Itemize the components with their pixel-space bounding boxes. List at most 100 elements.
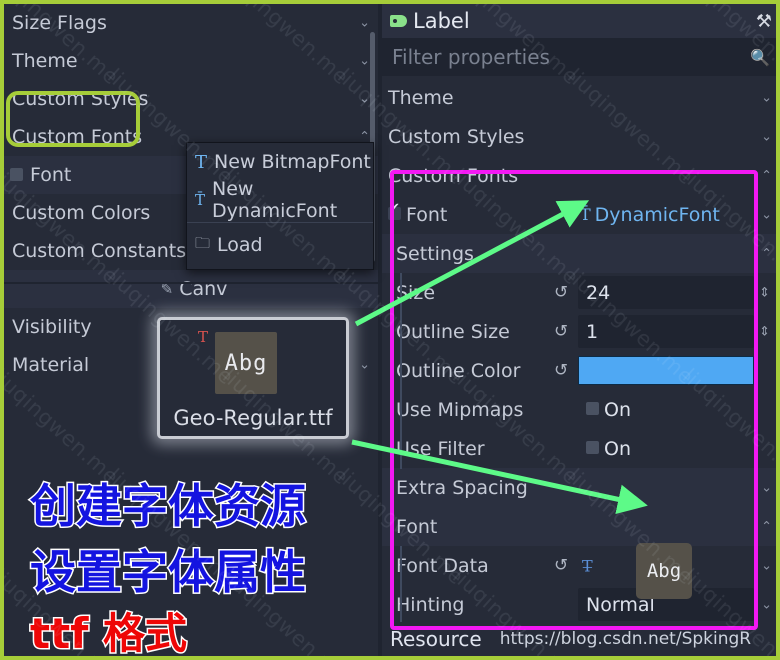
menu-item-label: New DynamicFont xyxy=(212,178,338,222)
reset-icon[interactable]: ↺ xyxy=(554,557,568,574)
filter-properties-input[interactable]: Filter properties 🔍 xyxy=(382,38,776,76)
row-label: Settings xyxy=(396,242,474,265)
chevron-down-icon[interactable]: ⌄ xyxy=(761,208,772,221)
left-row-label: Size Flags xyxy=(12,12,107,34)
row-font-resource[interactable]: Font T̄ DynamicFont ⌄ xyxy=(382,195,776,234)
row-label: Hinting xyxy=(396,593,465,616)
font-resource-card[interactable]: T Abg Geo-Regular.ttf xyxy=(157,317,349,439)
row-outline-size[interactable]: Outline Size ↺ 1 ⇕ xyxy=(382,312,776,351)
row-font-data[interactable]: Font Data ↺ T̶ Abg ⌄ xyxy=(382,543,776,599)
annotation-line-1: 创建字体资源 xyxy=(29,478,308,535)
chevron-down-icon[interactable]: ⌄ xyxy=(359,359,370,372)
menu-item-label: New BitmapFont xyxy=(214,151,371,173)
annotation-line-3: ttf 格式 xyxy=(28,608,188,658)
row-theme[interactable]: Theme ⌄ xyxy=(382,78,776,117)
menu-item-new-dynamicfont[interactable]: T̄ New DynamicFont xyxy=(187,178,373,222)
row-hinting[interactable]: Hinting Normal ⌄ xyxy=(382,585,776,624)
row-label: Custom Styles xyxy=(388,125,525,148)
chevron-down-icon[interactable]: ⌄ xyxy=(359,55,370,68)
row-label: Theme xyxy=(388,86,454,109)
chevron-down-icon[interactable]: ⌄ xyxy=(359,93,370,106)
row-custom-styles[interactable]: Custom Styles ⌄ xyxy=(382,117,776,156)
row-label: Font xyxy=(396,515,438,538)
menu-item-new-bitmapfont[interactable]: T New BitmapFont xyxy=(187,143,373,181)
left-row-label: Custom Colors xyxy=(12,202,151,224)
resource-label: Resource xyxy=(390,627,482,651)
menu-separator xyxy=(187,222,373,223)
left-row-theme[interactable]: Theme ⌄ xyxy=(4,42,378,80)
nesting-guide xyxy=(400,273,402,469)
size-field[interactable]: 24 xyxy=(578,276,754,309)
row-custom-fonts[interactable]: Custom Fonts ⌃ xyxy=(382,156,776,195)
menu-item-load[interactable]: 🗀 Load xyxy=(187,226,373,264)
chevron-up-icon[interactable]: ⌃ xyxy=(761,169,772,182)
reset-icon[interactable]: ↺ xyxy=(554,323,568,340)
row-label: Use Filter xyxy=(396,437,485,460)
chevron-up-icon[interactable]: ⌃ xyxy=(761,520,772,533)
reset-icon[interactable]: ↺ xyxy=(554,362,568,379)
dynamicfont-icon: T̄ xyxy=(580,205,591,224)
spinner-icon[interactable]: ⇕ xyxy=(759,325,770,338)
outline-size-value: 1 xyxy=(586,320,599,343)
left-row-label: Custom Styles xyxy=(12,88,149,110)
size-value: 24 xyxy=(586,281,611,304)
row-outline-color[interactable]: Outline Color ↺ xyxy=(382,351,776,390)
dynamicfont-icon: T̄ xyxy=(195,191,206,209)
tools-icon[interactable]: ⚒ xyxy=(756,11,772,32)
row-use-mipmaps[interactable]: Use Mipmaps On xyxy=(382,390,776,429)
chevron-down-icon[interactable]: ⌄ xyxy=(761,559,772,572)
resource-footer: Resource https://blog.csdn.net/SpkingR xyxy=(382,622,776,656)
watermark-url: https://blog.csdn.net/SpkingR xyxy=(499,629,752,649)
font-checkbox[interactable] xyxy=(10,167,23,181)
left-row-size-flags[interactable]: Size Flags ⌄ xyxy=(4,4,378,42)
chevron-up-icon[interactable]: ⌃ xyxy=(761,247,772,260)
inspector-right-panel: Label ⚒ Filter properties 🔍 Theme ⌄ Cust… xyxy=(382,4,776,656)
left-row-custom-styles[interactable]: Custom Styles ⌄ xyxy=(4,80,378,118)
chevron-down-icon[interactable]: ⌄ xyxy=(761,598,772,611)
row-label: Outline Color xyxy=(396,359,521,382)
left-row-label: Material xyxy=(12,354,90,376)
chevron-down-icon[interactable]: ⌄ xyxy=(761,91,772,104)
row-label: Font xyxy=(406,203,448,226)
annotation-line-2: 设置字体属性 xyxy=(29,544,308,601)
menu-item-label: Load xyxy=(217,234,263,256)
row-extra-spacing-section[interactable]: Extra Spacing ⌄ xyxy=(382,468,776,507)
font-enabled-checkbox[interactable] xyxy=(388,202,401,220)
folder-icon: 🗀 xyxy=(195,233,211,252)
tag-icon xyxy=(390,15,407,27)
use-filter-checkbox[interactable] xyxy=(586,441,599,454)
font-resource-value[interactable]: DynamicFont xyxy=(595,204,720,226)
font-data-preview-button[interactable]: Abg xyxy=(636,543,692,599)
font-thumbnail: Abg xyxy=(215,332,277,394)
left-row-label: Font xyxy=(30,164,72,186)
spinner-icon[interactable]: ⇕ xyxy=(759,286,770,299)
row-label: Font Data xyxy=(396,554,489,577)
left-row-label: Theme xyxy=(12,50,78,72)
bitmapfont-icon: T xyxy=(195,151,208,173)
chevron-down-icon[interactable]: ⌄ xyxy=(761,481,772,494)
row-settings-section[interactable]: Settings ⌃ xyxy=(382,234,776,273)
ttf-badge-icon: T xyxy=(198,328,209,346)
font-resource-context-menu: T New BitmapFont T̄ New DynamicFont 🗀 Lo… xyxy=(186,142,374,270)
search-icon[interactable]: 🔍 xyxy=(750,48,770,67)
row-use-filter[interactable]: Use Filter On xyxy=(382,429,776,468)
property-list: Theme ⌄ Custom Styles ⌄ Custom Fonts ⌃ F… xyxy=(382,78,776,656)
dynamicfontdata-icon: T̶ xyxy=(582,556,593,575)
chevron-down-icon[interactable]: ⌄ xyxy=(761,130,772,143)
divider xyxy=(4,282,378,284)
left-row-label: Custom Fonts xyxy=(12,126,143,148)
font-filename: Geo-Regular.ttf xyxy=(173,406,333,430)
left-row-label: Visibility xyxy=(12,316,92,338)
left-row-canvasitem-header: ✎ Canv xyxy=(4,270,378,308)
row-font-section[interactable]: Font ⌃ xyxy=(382,507,776,546)
outline-size-field[interactable]: 1 xyxy=(578,315,754,348)
left-row-label: Custom Constants xyxy=(12,240,187,262)
outline-color-swatch[interactable] xyxy=(578,356,754,385)
chevron-down-icon[interactable]: ⌄ xyxy=(359,17,370,30)
nesting-guide xyxy=(390,234,392,656)
reset-icon[interactable]: ↺ xyxy=(554,284,568,301)
page-title: Label xyxy=(413,9,470,33)
row-size[interactable]: Size ↺ 24 ⇕ xyxy=(382,273,776,312)
row-label: Extra Spacing xyxy=(396,476,528,499)
use-mipmaps-checkbox[interactable] xyxy=(586,402,599,415)
